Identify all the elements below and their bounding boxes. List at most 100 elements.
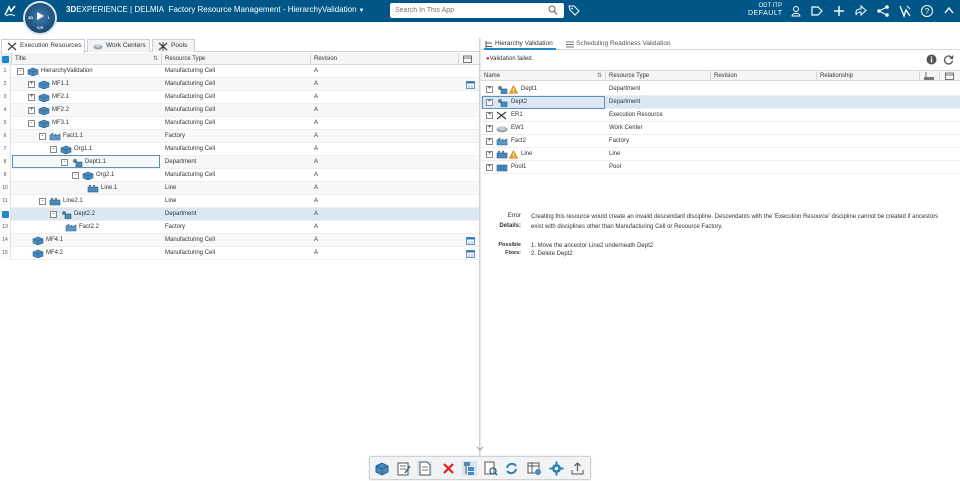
app-title-bar[interactable]: 3DEXPERIENCE | DELMIA Factory Resource M… (66, 5, 364, 14)
expand-toggle-icon[interactable]: + (486, 112, 493, 119)
column-title[interactable]: Title ⇅ (11, 53, 161, 65)
collapse-toggle-icon[interactable]: - (39, 133, 46, 140)
compass-icon[interactable]: 3D i V,R (23, 1, 57, 35)
column-name[interactable]: Name ⇅ (481, 71, 605, 81)
edit-properties-icon[interactable] (396, 461, 411, 476)
row-revision: A (314, 120, 319, 126)
column-calendar[interactable] (458, 53, 479, 65)
row-revision: A (314, 107, 319, 113)
row-checkbox[interactable] (2, 211, 9, 218)
search-icon[interactable] (548, 5, 558, 16)
schedule-table-icon[interactable] (527, 461, 542, 476)
expand-toggle-icon[interactable]: + (486, 164, 493, 171)
share-tag-icon[interactable] (810, 4, 824, 18)
column-revision[interactable]: Revision (310, 53, 458, 65)
chevron-down-icon[interactable]: ▼ (359, 8, 365, 14)
details-line-2: exist with disciplines other than Manufa… (531, 224, 723, 230)
search-input[interactable] (390, 3, 540, 18)
tab-scheduling-readiness[interactable]: Scheduling Readiness Validation (565, 38, 675, 50)
validation-row[interactable]: + Line Line (481, 148, 960, 161)
column-resource-type[interactable]: Resource Type (605, 71, 710, 81)
column-tree-icon[interactable] (919, 71, 939, 81)
ds-logo-icon[interactable] (3, 4, 17, 18)
column-resource-type[interactable]: Resource Type (161, 53, 310, 65)
add-icon[interactable] (832, 4, 846, 18)
collapse-toggle-icon[interactable]: - (39, 198, 46, 205)
row-resource-type: Department (165, 159, 197, 165)
apps-icon[interactable] (898, 4, 912, 18)
expand-toggle-icon[interactable]: + (486, 125, 493, 132)
document-icon[interactable] (417, 461, 432, 476)
tab-work-centers[interactable]: Work Centers (87, 39, 150, 52)
row-resource-type: Factory (165, 224, 186, 230)
expand-toggle-icon[interactable]: + (28, 107, 35, 114)
tree-row[interactable]: 8- Dept1.1 Department A (0, 155, 479, 169)
tab-pools[interactable]: Pools (152, 39, 195, 52)
expand-toggle-icon[interactable]: + (486, 86, 493, 93)
collapse-handle-icon[interactable] (476, 446, 484, 452)
validation-row[interactable]: + EW1 Work Center (481, 122, 960, 135)
column-relationship[interactable]: Relationship (816, 71, 919, 81)
tab-execution-resources[interactable]: Execution Resources (1, 39, 85, 53)
collapse-toggle-icon[interactable]: - (72, 172, 79, 179)
tree-row[interactable]: 2 + MF1.1 Manufacturing Cell A (0, 78, 479, 91)
network-icon[interactable] (876, 4, 890, 18)
sort-icon[interactable]: ⇅ (597, 71, 602, 81)
collapse-toggle-icon[interactable]: - (28, 120, 35, 127)
tab-hierarchy-validation[interactable]: Hierarchy Validation (484, 38, 556, 50)
row-number[interactable] (0, 208, 11, 221)
validation-row[interactable]: + ER1 Execution Resource (481, 109, 960, 122)
tree-row[interactable]: 13 Fact2.2 Factory A (0, 221, 479, 234)
resource-cube-icon[interactable] (374, 461, 389, 476)
validate-report-icon[interactable] (483, 461, 498, 476)
sort-icon[interactable]: ⇅ (153, 53, 158, 65)
calendar-icon[interactable] (466, 236, 475, 245)
user-icon[interactable] (789, 4, 803, 18)
tree-row[interactable]: 1- HierarchyValidation Manufacturing Cell A (0, 65, 479, 78)
row-resource-type: Manufacturing Cell (165, 172, 216, 178)
calendar-icon[interactable] (466, 80, 475, 89)
validation-row[interactable]: + Pool1 Pool (481, 161, 960, 174)
tree-row[interactable]: 4 + MF2.2 Manufacturing Cell A (0, 104, 479, 117)
tree-row[interactable]: - Dept2.2 Department A (0, 208, 479, 221)
tree-row[interactable]: 5 - MF3.1 Manufacturing Cell A (0, 117, 479, 130)
tree-row[interactable]: 6 - Fact1.1 Factory A (0, 130, 479, 143)
validation-row[interactable]: + Dept2 Department (481, 96, 960, 109)
tree-row[interactable]: 3 + MF2.1 Manufacturing Cell A (0, 91, 479, 104)
help-icon[interactable]: ? (920, 4, 934, 18)
export-icon[interactable] (570, 461, 585, 476)
settings-gear-icon[interactable] (549, 461, 564, 476)
expand-toggle-icon[interactable]: + (28, 81, 35, 88)
tree-row[interactable]: 11 - Line2.1 Line A (0, 195, 479, 208)
info-icon[interactable] (926, 54, 937, 65)
delete-icon[interactable] (441, 461, 456, 476)
calendar-icon[interactable] (466, 249, 475, 258)
refresh-icon[interactable] (943, 54, 954, 65)
tree-row[interactable]: 14 MF4.1 Manufacturing Cell A (0, 234, 479, 247)
sync-icon[interactable] (504, 461, 519, 476)
column-name-label: Name (484, 73, 501, 79)
select-all-checkbox[interactable] (0, 53, 11, 65)
column-revision[interactable]: Revision (710, 71, 816, 81)
tree-row[interactable]: 15 MF4.2 Manufacturing Cell A (0, 247, 479, 260)
expand-toggle-icon[interactable]: + (486, 151, 493, 158)
manufacturing-cell-icon (82, 171, 94, 181)
validation-row[interactable]: + Fact2 Factory (481, 135, 960, 148)
column-calendar[interactable] (939, 71, 960, 81)
user-tenant[interactable]: ODT ITP DEFAULT (748, 2, 782, 18)
hierarchy-view-icon[interactable] (462, 461, 477, 476)
forward-share-icon[interactable] (854, 4, 868, 18)
tree-row[interactable]: 9 - Org2.1 Manufacturing Cell A (0, 169, 479, 182)
expand-toggle-icon[interactable]: + (486, 138, 493, 145)
menu-more-icon[interactable] (942, 4, 956, 18)
row-number: 2 (0, 78, 11, 91)
collapse-toggle-icon[interactable]: - (17, 68, 24, 75)
collapse-toggle-icon[interactable]: - (50, 146, 57, 153)
search-box[interactable] (390, 3, 564, 18)
collapse-toggle-icon[interactable]: - (50, 211, 57, 218)
validation-row[interactable]: + Dept1 Department (481, 83, 960, 96)
tag-icon[interactable] (568, 4, 580, 17)
factory-icon (65, 223, 77, 232)
tree-row[interactable]: 10 Line.1 Line A (0, 182, 479, 195)
expand-toggle-icon[interactable]: + (28, 94, 35, 101)
